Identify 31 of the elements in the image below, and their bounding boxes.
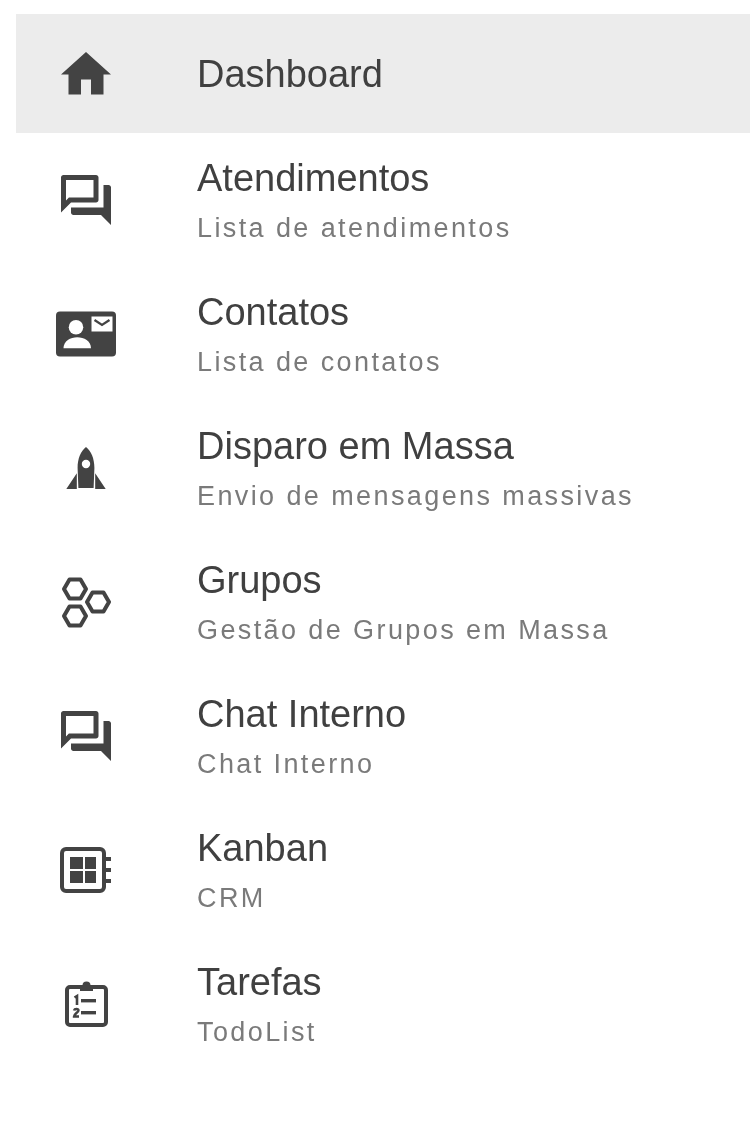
nav-item-subtitle: CRM [197,882,266,915]
nav-item[interactable]: Grupos Gestão de Grupos em Massa [16,535,750,669]
nav-item-subtitle: TodoList [197,1016,317,1049]
nav-item-title: Chat Interno [197,692,407,737]
nav-item-title: Disparo em Massa [197,424,514,469]
nav-item[interactable]: Dashboard [16,14,750,133]
rocket-icon [66,447,106,489]
nav-item-title: Kanban [197,826,328,871]
nav-item[interactable]: Chat Interno Chat Interno [16,669,750,803]
nav-item-title: Contatos [197,290,350,335]
clipboard-list-icon [63,981,109,1027]
home-icon [61,52,111,95]
nav-item-subtitle: Lista de atendimentos [197,212,512,245]
nav-item-title: Tarefas [197,960,322,1005]
chat-bubbles-icon [61,175,111,225]
nav-item-title: Atendimentos [197,156,430,201]
nav-item[interactable]: Tarefas TodoList [16,937,750,1071]
nav-item[interactable]: Atendimentos Lista de atendimentos [16,133,750,267]
nav-item-subtitle: Gestão de Grupos em Massa [197,614,610,647]
chat-bubbles-icon [61,711,111,761]
nav-item-subtitle: Chat Interno [197,748,375,781]
nav-item[interactable]: Kanban CRM [16,803,750,937]
contact-card-icon [56,311,116,357]
nav-item-title: Dashboard [197,51,383,97]
grid-notebook-icon [60,847,112,893]
nav-item[interactable]: Disparo em Massa Envio de mensagens massivas [16,401,750,535]
hexagons-icon [61,576,111,628]
nav-item-subtitle: Envio de mensagens massivas [197,480,634,513]
nav-item[interactable]: Contatos Lista de contatos [16,267,750,401]
nav-item-title: Grupos [197,558,322,603]
nav-item-subtitle: Lista de contatos [197,346,442,379]
